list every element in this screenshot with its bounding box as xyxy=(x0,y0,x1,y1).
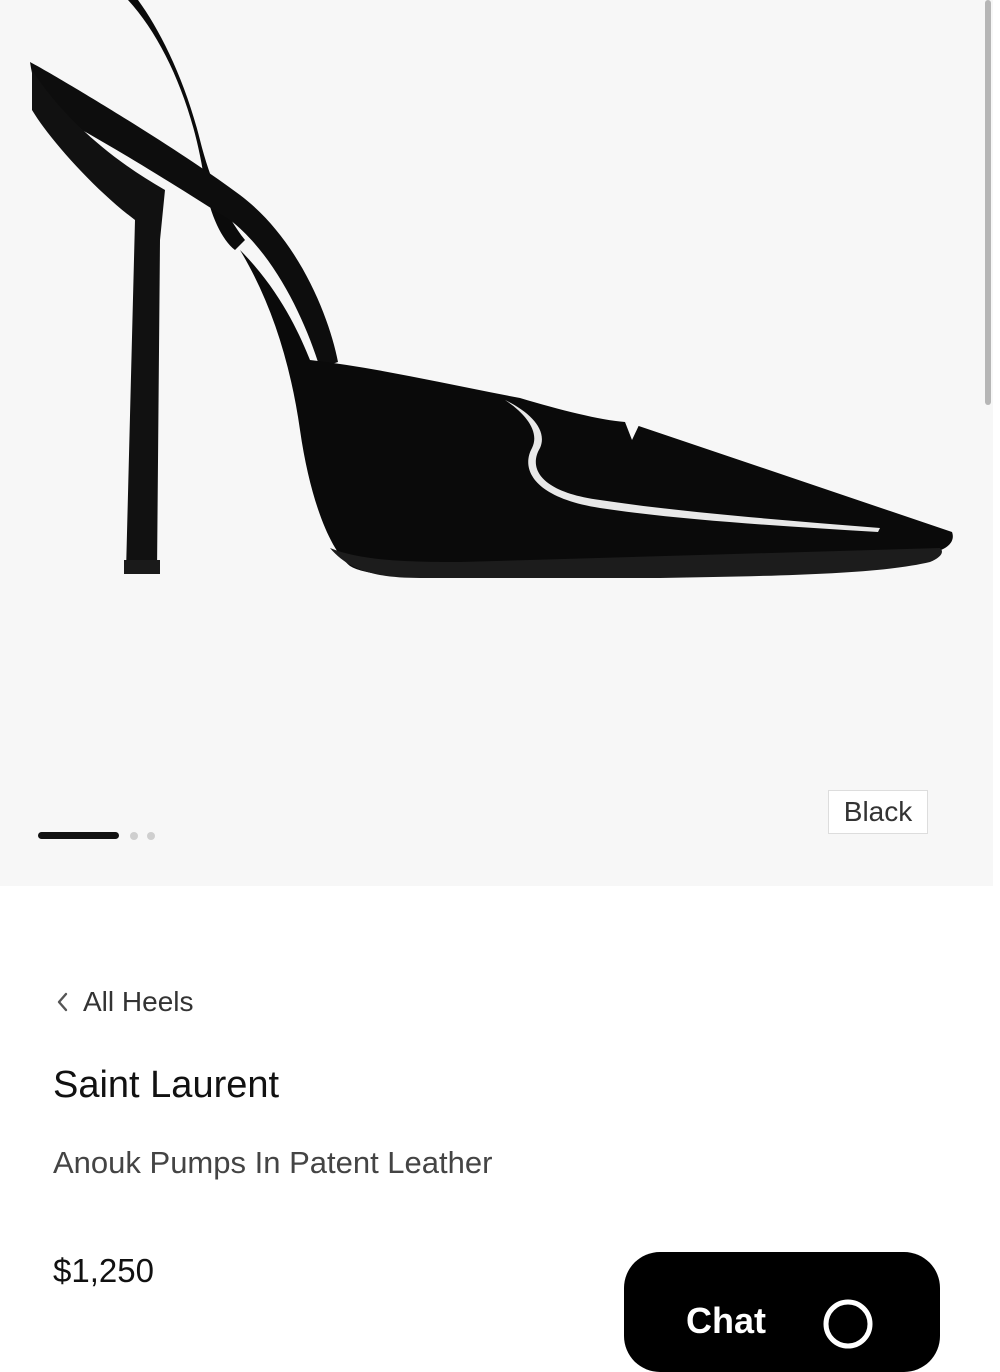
product-brand: Saint Laurent xyxy=(53,1064,280,1106)
product-price: $1,250 xyxy=(53,1252,154,1289)
color-tag: Black xyxy=(828,790,928,834)
chat-bubble-icon xyxy=(823,1299,873,1349)
pagination-dot[interactable] xyxy=(147,832,155,840)
breadcrumb-label: All Heels xyxy=(83,986,194,1017)
chevron-left-icon xyxy=(57,992,68,1012)
product-name: Anouk Pumps In Patent Leather xyxy=(53,1145,493,1180)
pagination-dot-active[interactable] xyxy=(38,832,119,839)
pagination-dot[interactable] xyxy=(130,832,138,840)
product-image xyxy=(30,0,953,578)
breadcrumb[interactable]: All Heels xyxy=(53,982,193,1022)
product-image-gallery[interactable]: Black xyxy=(0,0,993,886)
chat-button[interactable]: Chat xyxy=(624,1252,940,1372)
gallery-scrollbar[interactable] xyxy=(985,0,991,405)
chat-button-label: Chat xyxy=(686,1300,766,1341)
